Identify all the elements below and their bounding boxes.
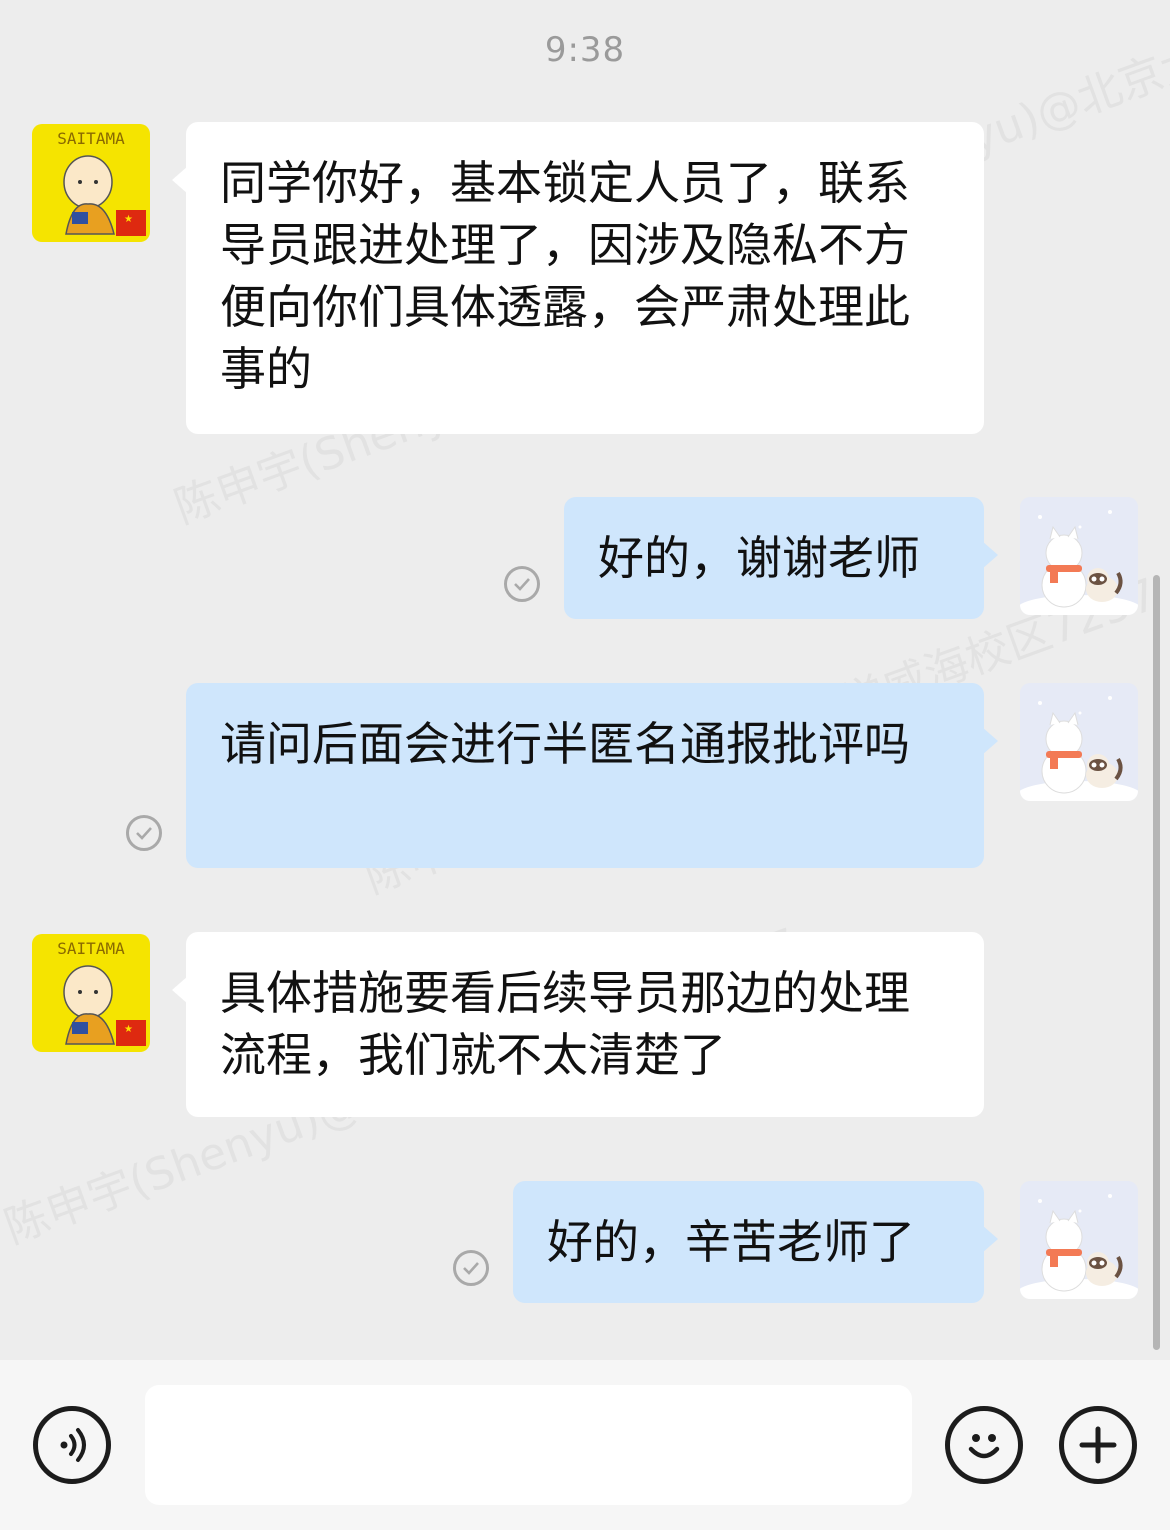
message-bubble-received[interactable]: 同学你好，基本锁定人员了，联系导员跟进处理了，因涉及隐私不方便向你们具体透露，会… (172, 122, 984, 434)
emoji-icon (968, 1434, 1000, 1459)
my-avatar[interactable] (1020, 1181, 1138, 1299)
svg-text:★: ★ (124, 1024, 133, 1035)
svg-text:SAITAMA: SAITAMA (57, 939, 125, 958)
message-timestamp: 9:38 (544, 30, 626, 70)
message-text: 请问后面会进行半匿名通报批评吗 (220, 717, 910, 771)
plus-button[interactable] (1059, 1406, 1137, 1484)
message-bubble-sent[interactable]: 好的，辛苦老师了 (513, 1181, 998, 1303)
plus-icon (1079, 1426, 1117, 1464)
message-text: 好的，谢谢老师 (598, 531, 920, 585)
message-text: 好的，辛苦老师了 (547, 1215, 915, 1269)
emoji-button[interactable] (945, 1406, 1023, 1484)
message-text: 具体措施要看后续导员那边的处理流程，我们就不太清楚了 (220, 966, 910, 1082)
message-bubble-sent[interactable]: 请问后面会进行半匿名通报批评吗 (186, 683, 998, 868)
svg-text:SAITAMA: SAITAMA (57, 129, 125, 148)
chat-area[interactable]: 陈申宇(Shenyu)@北京大学威海校区7257 陈申宇(Shenyu)@北京大… (0, 0, 1170, 1360)
scrollbar[interactable] (1153, 575, 1160, 1350)
input-bar (0, 1360, 1170, 1530)
read-check-icon (504, 566, 540, 602)
svg-text:★: ★ (124, 214, 133, 225)
message-text: 同学你好，基本锁定人员了，联系导员跟进处理了，因涉及隐私不方便向你们具体透露，会… (220, 156, 910, 396)
read-check-icon (126, 815, 162, 851)
message-bubble-received[interactable]: 具体措施要看后续导员那边的处理流程，我们就不太清楚了 (172, 932, 984, 1117)
contact-avatar[interactable]: SAITAMA ★ (32, 124, 150, 242)
my-avatar[interactable] (1020, 683, 1138, 801)
message-bubble-sent[interactable]: 好的，谢谢老师 (564, 497, 998, 619)
message-input[interactable] (145, 1385, 912, 1505)
voice-button[interactable] (33, 1406, 111, 1484)
read-check-icon (453, 1250, 489, 1286)
voice-icon (60, 1428, 86, 1462)
contact-avatar[interactable]: SAITAMA ★ (32, 934, 150, 1052)
my-avatar[interactable] (1020, 497, 1138, 615)
